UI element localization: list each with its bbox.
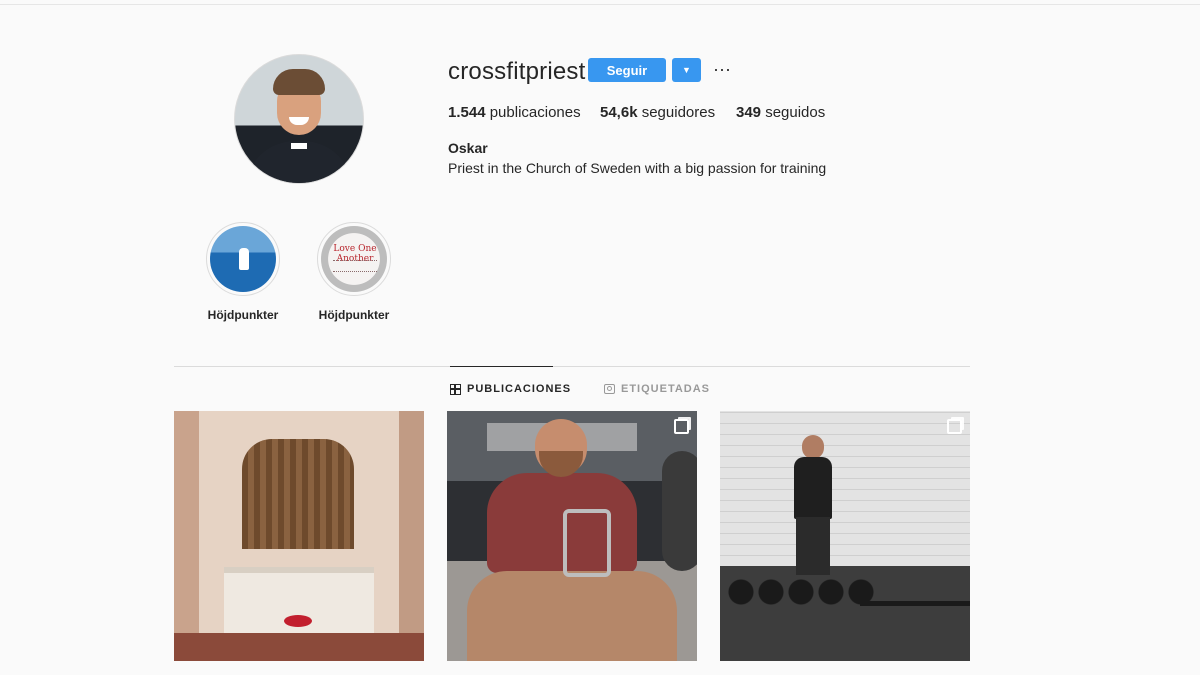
stat-posts-label: publicaciones (485, 104, 581, 121)
highlight-cover-lines (333, 260, 377, 272)
stat-following-label: seguidos (761, 104, 826, 121)
highlight-item[interactable]: Höjdpunkter (193, 222, 293, 322)
post-image-legs (467, 571, 677, 661)
grid-icon (450, 383, 461, 395)
post-image-man-torso (794, 457, 832, 519)
tab-publicaciones[interactable]: PUBLICACIONES (450, 383, 571, 395)
profile-bio: Priest in the Church of Sweden with a bi… (448, 160, 827, 176)
post-image-shirt (487, 473, 637, 573)
post-image-medicine-balls (728, 579, 878, 605)
avatar-collar (291, 143, 307, 149)
profile-username: crossfitpriest (448, 58, 586, 85)
post-image-flowers (284, 615, 312, 627)
top-border (0, 0, 1200, 5)
highlight-cover: Love One Another (321, 226, 387, 292)
post-thumbnail[interactable] (174, 411, 424, 661)
post-image-altar (242, 439, 354, 549)
tab-label: PUBLICACIONES (467, 383, 572, 395)
post-thumbnail[interactable] (720, 411, 970, 661)
tab-etiquetadas[interactable]: ETIQUETADAS (604, 383, 710, 395)
post-thumbnail[interactable] (447, 411, 697, 661)
profile-full-name: Oskar (448, 140, 488, 156)
highlight-ring (206, 222, 280, 296)
tab-label: ETIQUETADAS (621, 383, 711, 395)
stat-following-count: 349 (736, 104, 762, 121)
post-image-handle (563, 509, 611, 577)
highlight-label: Höjdpunkter (207, 308, 279, 322)
post-image-man (794, 435, 832, 585)
profile-avatar[interactable] (234, 54, 364, 184)
stat-posts-count: 1.544 (448, 104, 486, 121)
highlight-cover (210, 226, 276, 292)
post-image-man-legs (796, 517, 830, 575)
stat-followers-label: seguidores (637, 104, 716, 121)
post-image-wheel (662, 451, 697, 571)
active-tab-indicator (450, 366, 553, 367)
highlight-figure (239, 248, 249, 270)
stat-followers-count: 54,6k (600, 104, 638, 121)
suggestions-dropdown-button[interactable]: ▼ (672, 58, 701, 82)
tag-icon (604, 384, 615, 394)
carousel-icon (674, 419, 689, 434)
post-image-floor (174, 633, 424, 661)
tabs-divider (174, 366, 970, 367)
stat-posts: 1.544 publicaciones (448, 104, 581, 121)
carousel-icon (947, 419, 962, 434)
highlight-label: Höjdpunkter (318, 308, 390, 322)
highlight-item[interactable]: Love One Another Höjdpunkter (304, 222, 404, 322)
more-options-icon[interactable]: ··· (713, 59, 731, 80)
stat-following[interactable]: 349 seguidos (736, 104, 825, 121)
avatar-hair (273, 69, 325, 95)
post-image-man-head (802, 435, 824, 459)
stat-followers[interactable]: 54,6k seguidores (600, 104, 715, 121)
follow-button[interactable]: Seguir (588, 58, 666, 82)
highlight-ring: Love One Another (317, 222, 391, 296)
